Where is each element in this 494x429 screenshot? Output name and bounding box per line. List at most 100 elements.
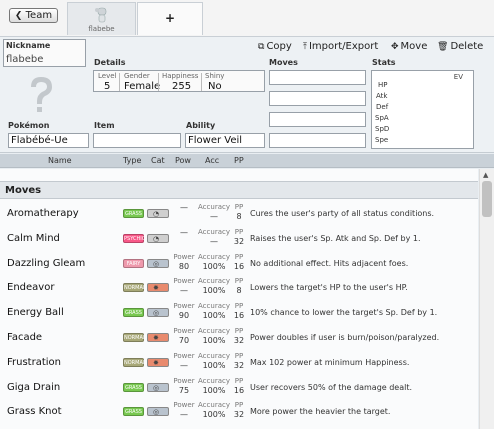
move-pp-value: 8: [236, 286, 242, 296]
move-accuracy-label: Accuracy: [198, 203, 230, 211]
move-accuracy-value: —: [210, 212, 218, 221]
column-header-acc[interactable]: Acc: [205, 156, 219, 165]
back-to-team-button[interactable]: ❮ Team: [9, 8, 58, 23]
move-row[interactable]: Dazzling Gleam FAIRY ◎ Power 80 Accuracy 100% P…: [0, 252, 478, 276]
move-pp: PP 8: [232, 277, 246, 296]
move-slot-4-input[interactable]: [269, 133, 366, 148]
move-accuracy-value: 100%: [202, 360, 226, 370]
move-pp-label: PP: [234, 302, 244, 311]
stats-label: Stats: [372, 58, 396, 67]
move-power-value: —: [180, 203, 188, 212]
nickname-field[interactable]: Nickname flabebe: [3, 39, 86, 67]
import-export-button[interactable]: ⤒ Import/Export: [303, 41, 378, 52]
move-pp: PP 32: [232, 352, 246, 371]
status-category-icon: ◔: [153, 234, 160, 243]
column-header-pow[interactable]: Pow: [175, 156, 191, 165]
move-type-badge: NORMAL: [123, 333, 146, 342]
details-box[interactable]: Level 5 Gender Female Happiness 255 Shin…: [93, 70, 265, 92]
question-mark-icon: [31, 77, 52, 112]
move-pp-value: 16: [233, 311, 245, 321]
move-power: —: [170, 228, 198, 238]
move-category-badge: ◎: [147, 407, 169, 417]
stats-button[interactable]: EV HP Atk Def SpA SpD Spe: [371, 70, 474, 149]
move-pp-label: PP: [234, 327, 244, 335]
move-accuracy: Accuracy —: [197, 228, 231, 247]
scroll-up-icon[interactable]: ▲: [483, 171, 488, 179]
special-category-icon: ◎: [153, 408, 160, 417]
move-power-value: 80: [178, 261, 190, 271]
move-type-badge: GRASS: [123, 209, 144, 218]
move-accuracy-label: Accuracy: [198, 376, 230, 385]
add-pokemon-tab[interactable]: +: [137, 2, 203, 35]
delete-button[interactable]: 🗑 Delete: [437, 41, 483, 52]
move-accuracy: Accuracy 100%: [197, 277, 231, 296]
move-category-badge: ◎: [147, 308, 169, 318]
move-row[interactable]: Facade NORMAL ✸ Power 70 Accuracy 100% PP 32 Powe…: [0, 326, 478, 350]
move-pp-label: PP: [234, 252, 244, 261]
ability-input[interactable]: Flower Veil: [185, 133, 265, 148]
pokemon-input[interactable]: Flabébé-Ue: [8, 133, 89, 148]
move-pp: PP 8: [232, 203, 246, 222]
move-button[interactable]: ✥ Move: [391, 41, 427, 52]
stat-label-atk: Atk: [376, 92, 388, 100]
move-slot-3-input[interactable]: [269, 112, 366, 127]
move-power-value: 90: [178, 311, 190, 321]
nickname-input[interactable]: flabebe: [6, 54, 43, 65]
stat-label-spe: Spe: [375, 136, 389, 144]
status-category-icon: ◔: [153, 210, 160, 218]
column-header-type[interactable]: Type: [123, 156, 141, 165]
copy-button[interactable]: ⧉ Copy: [258, 41, 292, 52]
column-header-cat[interactable]: Cat: [151, 156, 165, 165]
move-category-badge: ✸: [147, 283, 169, 293]
move-row[interactable]: Grass Knot GRASS ◎ Power — Accuracy 100% PP 32 Mo…: [0, 400, 478, 424]
move-accuracy-value: 100%: [202, 286, 226, 296]
pokemon-tab[interactable]: flabebe: [67, 2, 136, 35]
move-row[interactable]: Aromatherapy GRASS ◔ — Accuracy — PP 8 Cures the…: [0, 202, 478, 226]
move-description: Power doubles if user is burn/poison/par…: [250, 333, 440, 342]
move-row[interactable]: Giga Drain GRASS ◎ Power 75 Accuracy 100% PP 16 U…: [0, 376, 478, 400]
pokemon-tab-label: flabebe: [88, 25, 115, 33]
move-type-badge: NORMAL: [123, 283, 146, 293]
team-button-label: Team: [25, 10, 53, 21]
move-accuracy: Accuracy 100%: [197, 377, 231, 396]
move-power-value: —: [180, 286, 188, 296]
move-slot-2-input[interactable]: [269, 91, 366, 106]
move-pp-value: 32: [233, 360, 245, 370]
moves-label: Moves: [269, 58, 298, 67]
item-input[interactable]: [93, 133, 181, 148]
move-slot-1-input[interactable]: [269, 70, 366, 85]
move-name: Facade: [7, 332, 43, 343]
scroll-thumb[interactable]: [482, 181, 492, 217]
move-accuracy: Accuracy —: [197, 203, 231, 222]
move-row[interactable]: Frustration NORMAL ✸ Power — Accuracy 100% PP 32…: [0, 351, 478, 375]
move-name: Endeavor: [7, 282, 55, 294]
move-description: No additional effect. Hits adjacent foes…: [250, 258, 409, 268]
move-power-value: 75: [178, 385, 190, 395]
move-power: Power 80: [170, 253, 198, 272]
happiness-value: 255: [172, 81, 192, 92]
move-power: Power —: [170, 277, 198, 296]
move-name: Dazzling Gleam: [7, 257, 86, 269]
move-accuracy-label: Accuracy: [198, 401, 230, 410]
move-pp-value: 32: [233, 336, 245, 345]
trash-icon: 🗑: [437, 42, 449, 52]
move-power-label: Power: [173, 327, 195, 335]
pokemon-sprite-icon: [95, 7, 107, 23]
move-pp: PP 16: [232, 377, 246, 396]
column-header-name[interactable]: Name: [48, 156, 72, 165]
move-icon: ✥: [391, 42, 399, 52]
move-type-badge: FAIRY: [123, 258, 144, 268]
move-row[interactable]: Energy Ball GRASS ◎ Power 90 Accuracy 100% PP 16…: [0, 301, 478, 325]
move-pp-label: PP: [234, 401, 244, 410]
move-row[interactable]: Endeavor NORMAL ✸ Power — Accuracy 100% PP 8 Lowe…: [0, 276, 478, 300]
move-accuracy: Accuracy 100%: [197, 253, 231, 272]
column-header-pp[interactable]: PP: [234, 156, 244, 165]
move-row[interactable]: Calm Mind PSYCHIC ◔ — Accuracy — PP 32 Raises th…: [0, 227, 478, 251]
pokemon-editor-panel: Nickname flabebe ⧉ Copy ⤒ Import/Export ✥ M…: [0, 37, 494, 153]
move-list-scrollbar[interactable]: ▲: [479, 169, 494, 429]
special-category-icon: ◎: [153, 309, 160, 318]
move-accuracy: Accuracy 100%: [197, 352, 231, 371]
move-power: —: [170, 203, 198, 213]
move-accuracy-label: Accuracy: [198, 277, 230, 286]
move-type-badge: PSYCHIC: [123, 233, 146, 243]
